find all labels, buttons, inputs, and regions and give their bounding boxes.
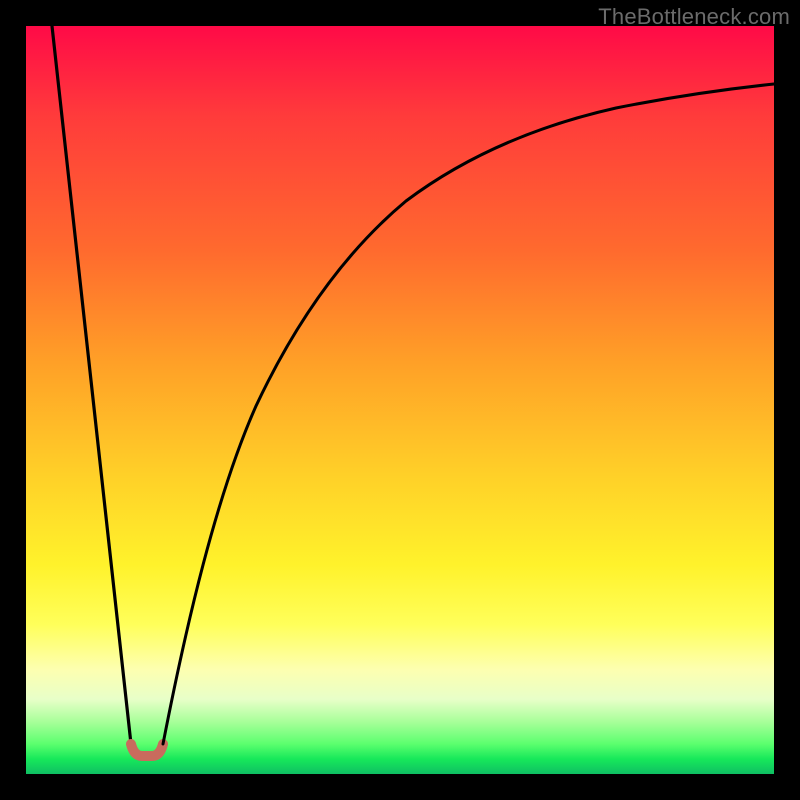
chart-curves [26, 26, 774, 774]
series-right-curve [163, 84, 774, 744]
series-left-line [52, 26, 131, 744]
plot-area [26, 26, 774, 774]
series-valley-marker [131, 744, 163, 756]
chart-frame: TheBottleneck.com [0, 0, 800, 800]
